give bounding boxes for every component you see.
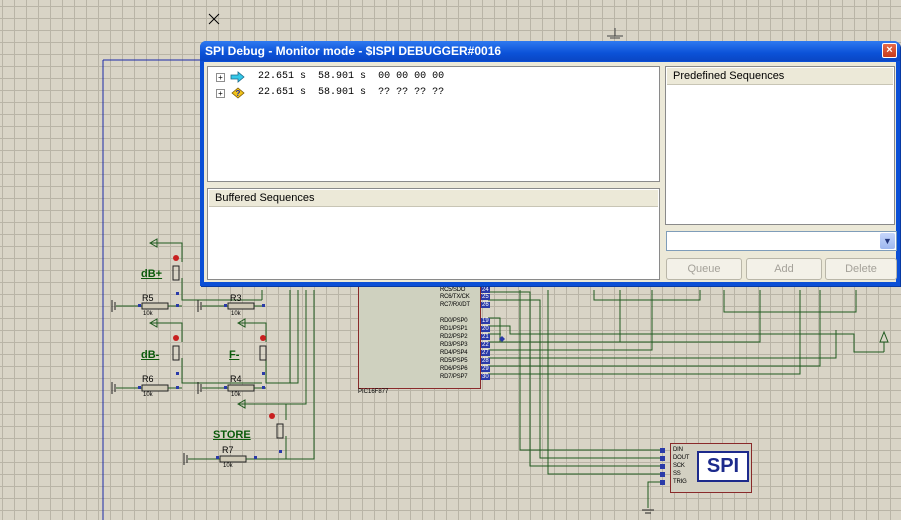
mcu-pin-label: RD0/PSP0 — [440, 318, 468, 324]
close-button[interactable]: × — [882, 43, 897, 58]
mcu-pin-label: RC5/SDO — [440, 287, 466, 293]
mcu-pin-label: RD5/PSP5 — [440, 358, 468, 364]
buffered-sequences-panel[interactable]: Buffered Sequences — [207, 188, 660, 280]
expand-icon[interactable]: + — [216, 73, 225, 82]
right-arrow-icon — [230, 71, 245, 83]
add-button[interactable]: Add — [746, 258, 822, 280]
spi-debugger-label: SPI — [697, 451, 749, 482]
mcu-pin-number[interactable]: 22 — [481, 342, 490, 348]
spi-pin-terminal[interactable] — [660, 456, 665, 461]
mcu-pin-number[interactable]: 26 — [481, 302, 490, 308]
resistor-r5-name: R5 — [142, 293, 154, 303]
predefined-sequences-header: Predefined Sequences — [667, 68, 893, 85]
log-row-time-1: 22.651 s — [258, 87, 307, 98]
predefined-sequences-panel[interactable]: Predefined Sequences — [665, 66, 895, 225]
mcu-pin-label: RC7/RX/DT — [440, 302, 470, 308]
resistor-r4-value: 10k — [231, 392, 241, 398]
db-plus-label: dB+ — [141, 268, 163, 280]
mcu-pin-label: RD4/PSP4 — [440, 350, 468, 356]
mcu-pin-label: RC6/TX/CK — [440, 294, 470, 300]
resistor-r6-value: 10k — [143, 392, 153, 398]
resistor-r3-value: 10k — [231, 311, 241, 317]
delete-button[interactable]: Delete — [825, 258, 897, 280]
mcu-pin-label: RD6/PSP6 — [440, 366, 468, 372]
mcu-pin-number[interactable]: 21 — [481, 334, 490, 340]
mcu-pin-label: RD7/PSP7 — [440, 374, 468, 380]
resistor-r4-name: R4 — [230, 374, 242, 384]
spi-pin-label: DIN — [673, 447, 683, 453]
log-row-time-2: 58.901 s — [318, 71, 367, 82]
mcu-part-name: PIC16F877 — [358, 389, 389, 395]
spi-pin-label: SCK — [673, 463, 685, 469]
spi-pin-label: DOUT — [673, 455, 690, 461]
spi-pin-terminal[interactable] — [660, 464, 665, 469]
log-panel[interactable]: + 22.651 s 58.901 s 00 00 00 00 + ? 22.6… — [207, 66, 660, 182]
mcu-pin-label: RD1/PSP1 — [440, 326, 468, 332]
spi-pin-label: SS — [673, 471, 681, 477]
log-row-text: 22.651 s 58.901 s 00 00 00 00 — [258, 71, 444, 82]
resistor-r7-name: R7 — [222, 445, 234, 455]
log-row-data: ?? ?? ?? ?? — [378, 87, 445, 98]
mcu-pin-number[interactable]: 24 — [481, 287, 490, 293]
svg-text:?: ? — [236, 89, 241, 98]
mcu-pin-number[interactable]: 30 — [481, 374, 490, 380]
resistor-r3-name: R3 — [230, 293, 242, 303]
chevron-down-icon[interactable]: ▼ — [880, 233, 895, 249]
log-row-data: 00 00 00 00 — [378, 71, 445, 82]
sequence-select[interactable]: ▼ — [666, 231, 897, 251]
mcu-pin-label: RD2/PSP2 — [440, 334, 468, 340]
spi-pin-terminal[interactable] — [660, 448, 665, 453]
mcu-pin-number[interactable]: 29 — [481, 366, 490, 372]
window-title: SPI Debug - Monitor mode - $ISPI DEBUGGE… — [205, 44, 502, 58]
store-label: STORE — [213, 429, 251, 441]
f-minus-label: F- — [229, 349, 240, 361]
log-row[interactable]: + 22.651 s 58.901 s 00 00 00 00 — [216, 71, 444, 85]
log-row-time-2: 58.901 s — [318, 87, 367, 98]
mcu-pin-number[interactable]: 19 — [481, 318, 490, 324]
queue-button[interactable]: Queue — [666, 258, 742, 280]
resistor-r6-name: R6 — [142, 374, 154, 384]
mcu-pin-number[interactable]: 20 — [481, 326, 490, 332]
spi-pin-label: TRIG — [673, 479, 687, 485]
mcu-pin-number[interactable]: 27 — [481, 350, 490, 356]
resistor-r5-value: 10k — [143, 311, 153, 317]
spi-pin-terminal[interactable] — [660, 480, 665, 485]
expand-icon[interactable]: + — [216, 89, 225, 98]
spi-debug-window: SPI Debug - Monitor mode - $ISPI DEBUGGE… — [200, 41, 900, 286]
resistor-r7-value: 10k — [223, 463, 233, 469]
log-row[interactable]: + ? 22.651 s 58.901 s ?? ?? ?? ?? — [216, 87, 444, 101]
mcu-pin-number[interactable]: 28 — [481, 358, 490, 364]
buffered-sequences-header: Buffered Sequences — [209, 190, 658, 207]
window-client: + 22.651 s 58.901 s 00 00 00 00 + ? 22.6… — [204, 62, 897, 282]
window-titlebar[interactable]: SPI Debug - Monitor mode - $ISPI DEBUGGE… — [200, 41, 900, 61]
db-minus-label: dB- — [141, 349, 160, 361]
log-row-time-1: 22.651 s — [258, 71, 307, 82]
mcu-pin-number[interactable]: 25 — [481, 294, 490, 300]
log-row-text: 22.651 s 58.901 s ?? ?? ?? ?? — [258, 87, 444, 98]
mcu-pin-label: RD3/PSP3 — [440, 342, 468, 348]
question-icon: ? — [231, 87, 245, 99]
spi-pin-terminal[interactable] — [660, 472, 665, 477]
